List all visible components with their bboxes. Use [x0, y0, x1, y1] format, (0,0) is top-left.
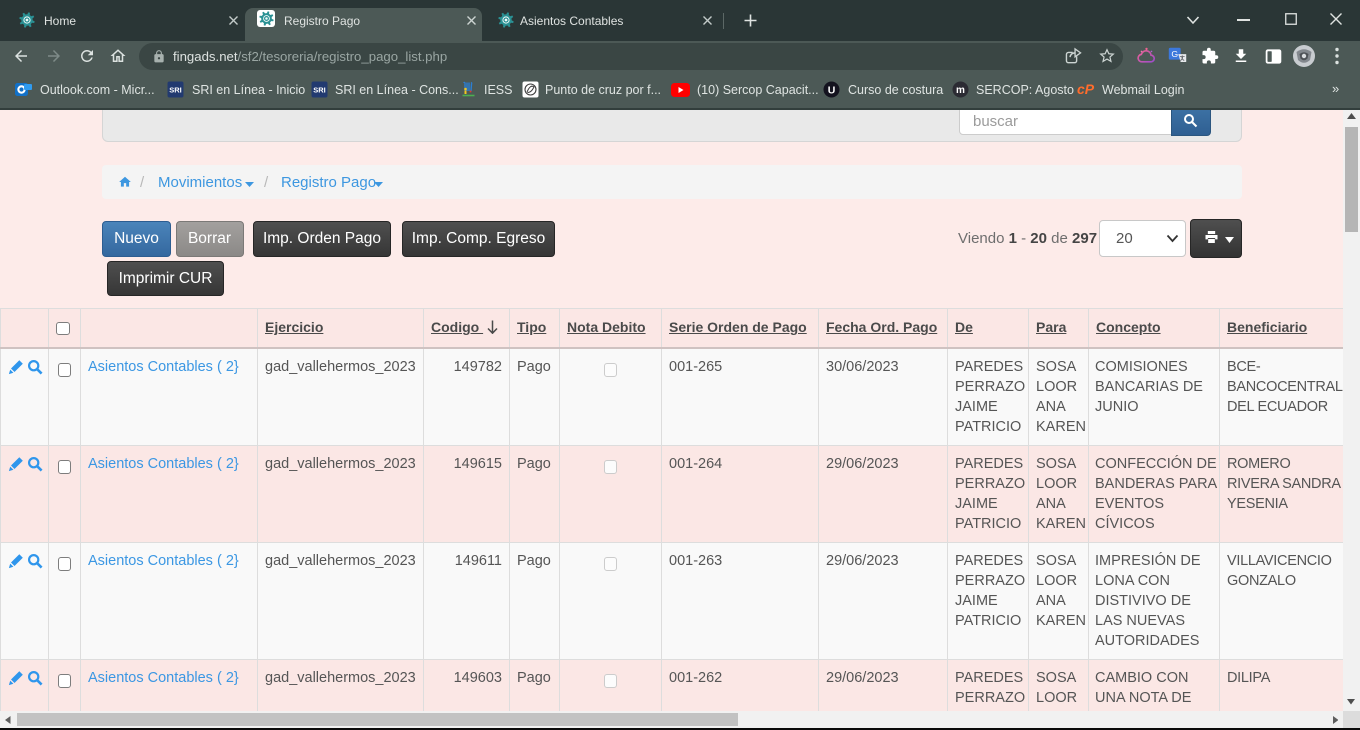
- svg-text:SRI: SRI: [313, 86, 326, 95]
- svg-text:SRI: SRI: [169, 86, 182, 95]
- svg-text:G: G: [1171, 49, 1178, 59]
- svg-text:m: m: [956, 85, 965, 96]
- svg-text:U: U: [828, 85, 836, 97]
